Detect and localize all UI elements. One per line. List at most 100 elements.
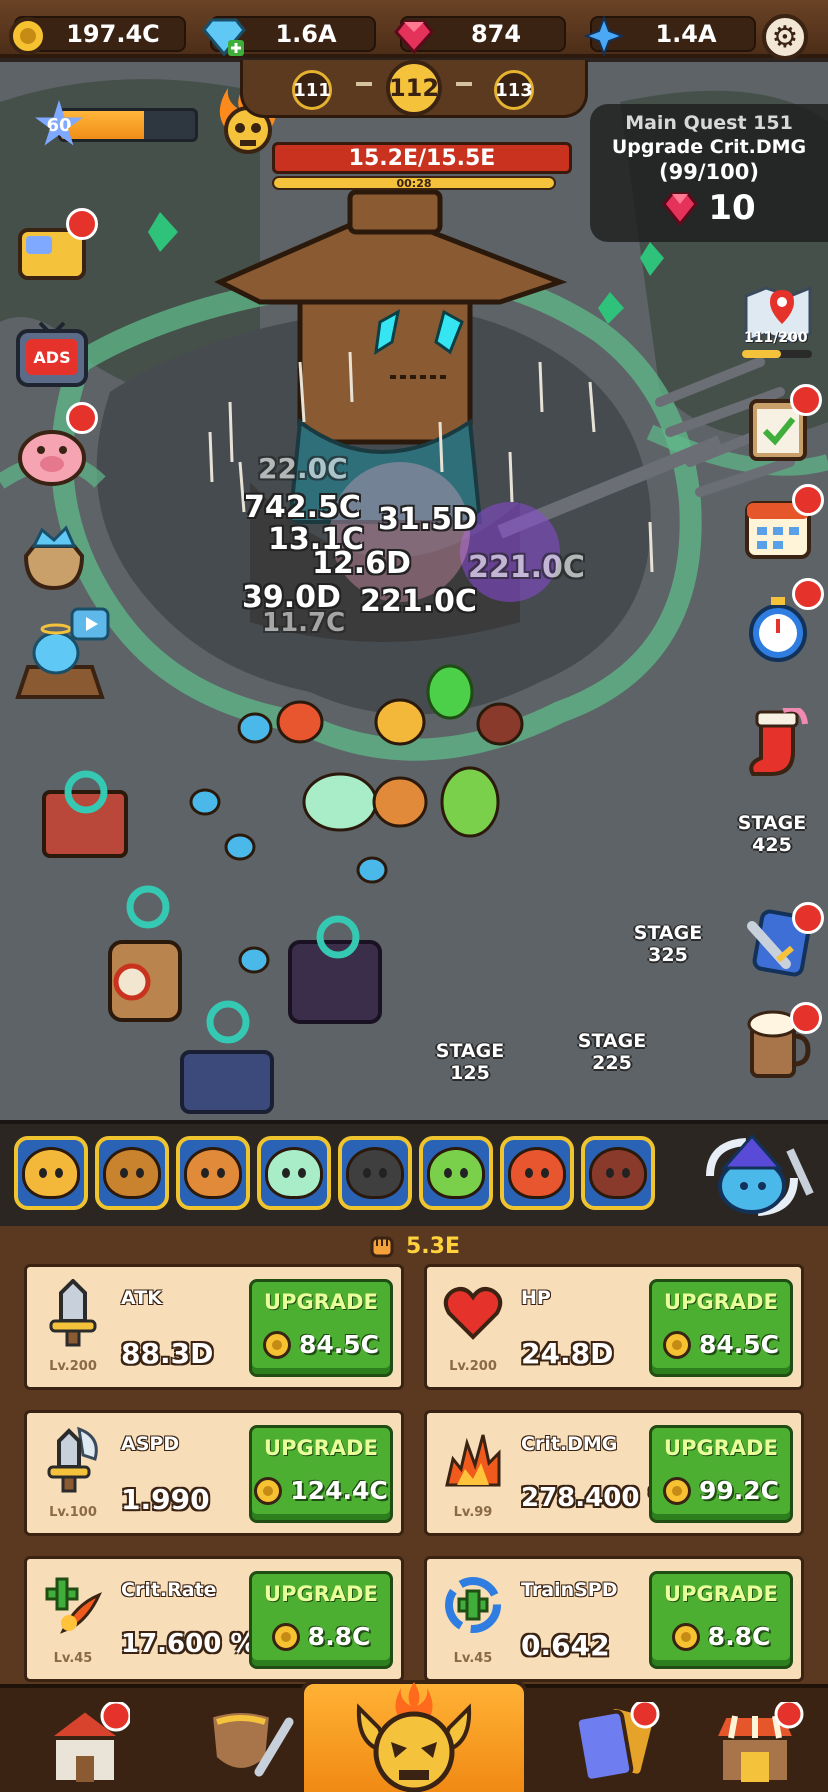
notification-badge <box>66 402 98 434</box>
calendar-button[interactable] <box>740 484 824 566</box>
upgrade-hp-button[interactable]: UPGRADE 84.5C <box>649 1279 793 1377</box>
upgrade-cost: 84.5C <box>698 1330 780 1359</box>
gold-coin-icon <box>254 1476 283 1505</box>
upgrade-cost: 8.8C <box>707 1622 771 1651</box>
upgrade-cost: 84.5C <box>298 1330 380 1359</box>
currency-bar: 197.4C 1.6A 874 1.4A ⚙ <box>0 0 828 60</box>
upgrade-atk-button[interactable]: UPGRADE 84.5C <box>249 1279 393 1377</box>
upgrade-level: Lv.100 <box>49 1505 97 1520</box>
hero-portrait-icon <box>103 1147 161 1199</box>
diamond-plus-icon <box>202 14 246 58</box>
nav-castle-tab[interactable] <box>10 1696 160 1792</box>
hero-slot[interactable] <box>419 1136 493 1210</box>
stage-next[interactable]: 113 <box>494 70 534 110</box>
gem-sack-icon <box>23 525 85 591</box>
upgrade-crit-dmg-button[interactable]: UPGRADE 99.2C <box>649 1425 793 1523</box>
hero-party-strip <box>0 1120 828 1226</box>
hero-slot[interactable] <box>581 1136 655 1210</box>
notification-badge <box>792 484 824 516</box>
daily-mission-button[interactable] <box>740 384 822 466</box>
damage-number: 221.0C <box>360 584 477 619</box>
hero-slot[interactable] <box>338 1136 412 1210</box>
hero-slot[interactable] <box>95 1136 169 1210</box>
nav-equipment-tab[interactable] <box>170 1696 320 1792</box>
hero-portrait-icon <box>508 1147 566 1199</box>
gold-coin-icon <box>671 1622 700 1651</box>
damage-number: 221.0C <box>468 550 585 585</box>
combat-power: 5.3E <box>0 1226 828 1266</box>
stopwatch-button[interactable] <box>740 578 824 666</box>
upgrade-value: 0.642 <box>521 1629 610 1662</box>
hero-slot[interactable] <box>500 1136 574 1210</box>
train-speed-icon <box>443 1573 503 1637</box>
angel-shrine-icon <box>15 607 110 699</box>
nav-shop-tab[interactable] <box>680 1696 828 1792</box>
bottom-navigation <box>0 1680 828 1792</box>
upgrade-button-label: UPGRADE <box>264 1290 378 1314</box>
stage-separator <box>456 82 472 86</box>
stage-next-number: 113 <box>495 79 533 101</box>
stage-marker-425[interactable]: STAGE 425 <box>732 812 812 870</box>
nav-battle-tab[interactable] <box>300 1680 528 1792</box>
angel-shrine-button[interactable] <box>8 604 112 710</box>
boss-hp-text: 15.2E/15.5E <box>348 145 496 171</box>
damage-number: 31.5D <box>378 502 477 537</box>
stage-prev[interactable]: 111 <box>292 70 332 110</box>
ruby-icon <box>392 14 436 58</box>
gold-amount: 197.4C <box>66 20 160 48</box>
piggy-bank-button[interactable] <box>14 402 98 492</box>
upgrade-crit-rate-button[interactable]: UPGRADE 8.8C <box>249 1571 393 1669</box>
hero-slot[interactable] <box>257 1136 331 1210</box>
shield-sword-icon <box>208 1709 294 1777</box>
tavern-mug-button[interactable] <box>740 1002 822 1082</box>
upgrade-card-hp: Lv.200 HP 24.8D UPGRADE 84.5C <box>424 1264 804 1390</box>
upgrade-button-label: UPGRADE <box>664 1290 778 1314</box>
damage-number: 11.7C <box>262 608 346 638</box>
stage-marker-325[interactable]: STAGE 325 <box>628 922 708 980</box>
upgrade-value: 88.3D <box>121 1337 214 1370</box>
fire-icon <box>443 1427 503 1491</box>
ticket-button[interactable] <box>14 208 98 292</box>
upgrade-aspd-button[interactable]: UPGRADE 124.4C <box>249 1425 393 1523</box>
horned-skull-icon <box>356 1682 472 1792</box>
shop-stall-icon <box>711 1702 804 1784</box>
crystal-star-icon <box>582 14 626 58</box>
upgrade-button-label: UPGRADE <box>264 1436 378 1460</box>
equipment-button[interactable] <box>740 902 824 982</box>
notification-badge <box>792 902 824 934</box>
heart-icon <box>443 1281 503 1345</box>
upgrade-level: Lv.99 <box>453 1505 493 1520</box>
hero-slot[interactable] <box>14 1136 88 1210</box>
hero-swap-icon <box>706 1133 814 1216</box>
hero-slot[interactable] <box>176 1136 250 1210</box>
stage-marker-label: STAGE <box>633 922 703 944</box>
upgrade-train-spd-button[interactable]: UPGRADE 8.8C <box>649 1571 793 1669</box>
hero-portrait-icon <box>22 1147 80 1199</box>
stage-marker-225[interactable]: STAGE 225 <box>572 1030 652 1088</box>
quest-progress: (99/100) <box>659 160 759 184</box>
upgrade-cost: 99.2C <box>698 1476 780 1505</box>
gem-sack-button[interactable] <box>16 516 92 592</box>
settings-gear-icon[interactable]: ⚙ <box>762 14 808 60</box>
upgrade-value: 17.600 % <box>121 1629 257 1659</box>
gold-coin-icon <box>662 1330 691 1359</box>
diamond-counter[interactable]: 1.6A <box>202 16 376 57</box>
main-quest-panel[interactable]: Main Quest 151 Upgrade Crit.DMG (99/100)… <box>590 104 828 242</box>
combat-power-value: 5.3E <box>405 1233 460 1259</box>
hero-portrait-icon <box>184 1147 242 1199</box>
gold-coin-icon <box>262 1330 291 1359</box>
gold-counter[interactable]: 197.4C <box>9 16 186 55</box>
upgrade-value: 24.8D <box>521 1337 614 1370</box>
stage-marker-125[interactable]: STAGE 125 <box>430 1040 510 1098</box>
card-deck-icon <box>574 1702 660 1783</box>
stage-marker-label: STAGE <box>435 1040 505 1062</box>
hero-swap-button[interactable] <box>690 1130 818 1224</box>
upgrade-name: TrainSPD <box>521 1579 618 1601</box>
stocking-icon <box>749 708 808 776</box>
quest-task: Upgrade Crit.DMG <box>611 136 807 158</box>
nav-cards-tab[interactable] <box>540 1696 690 1792</box>
event-stocking-button[interactable] <box>740 706 816 782</box>
stage-marker-label: STAGE <box>577 1030 647 1052</box>
gold-coin-icon <box>271 1622 300 1651</box>
ads-button[interactable]: ADS <box>14 318 90 394</box>
